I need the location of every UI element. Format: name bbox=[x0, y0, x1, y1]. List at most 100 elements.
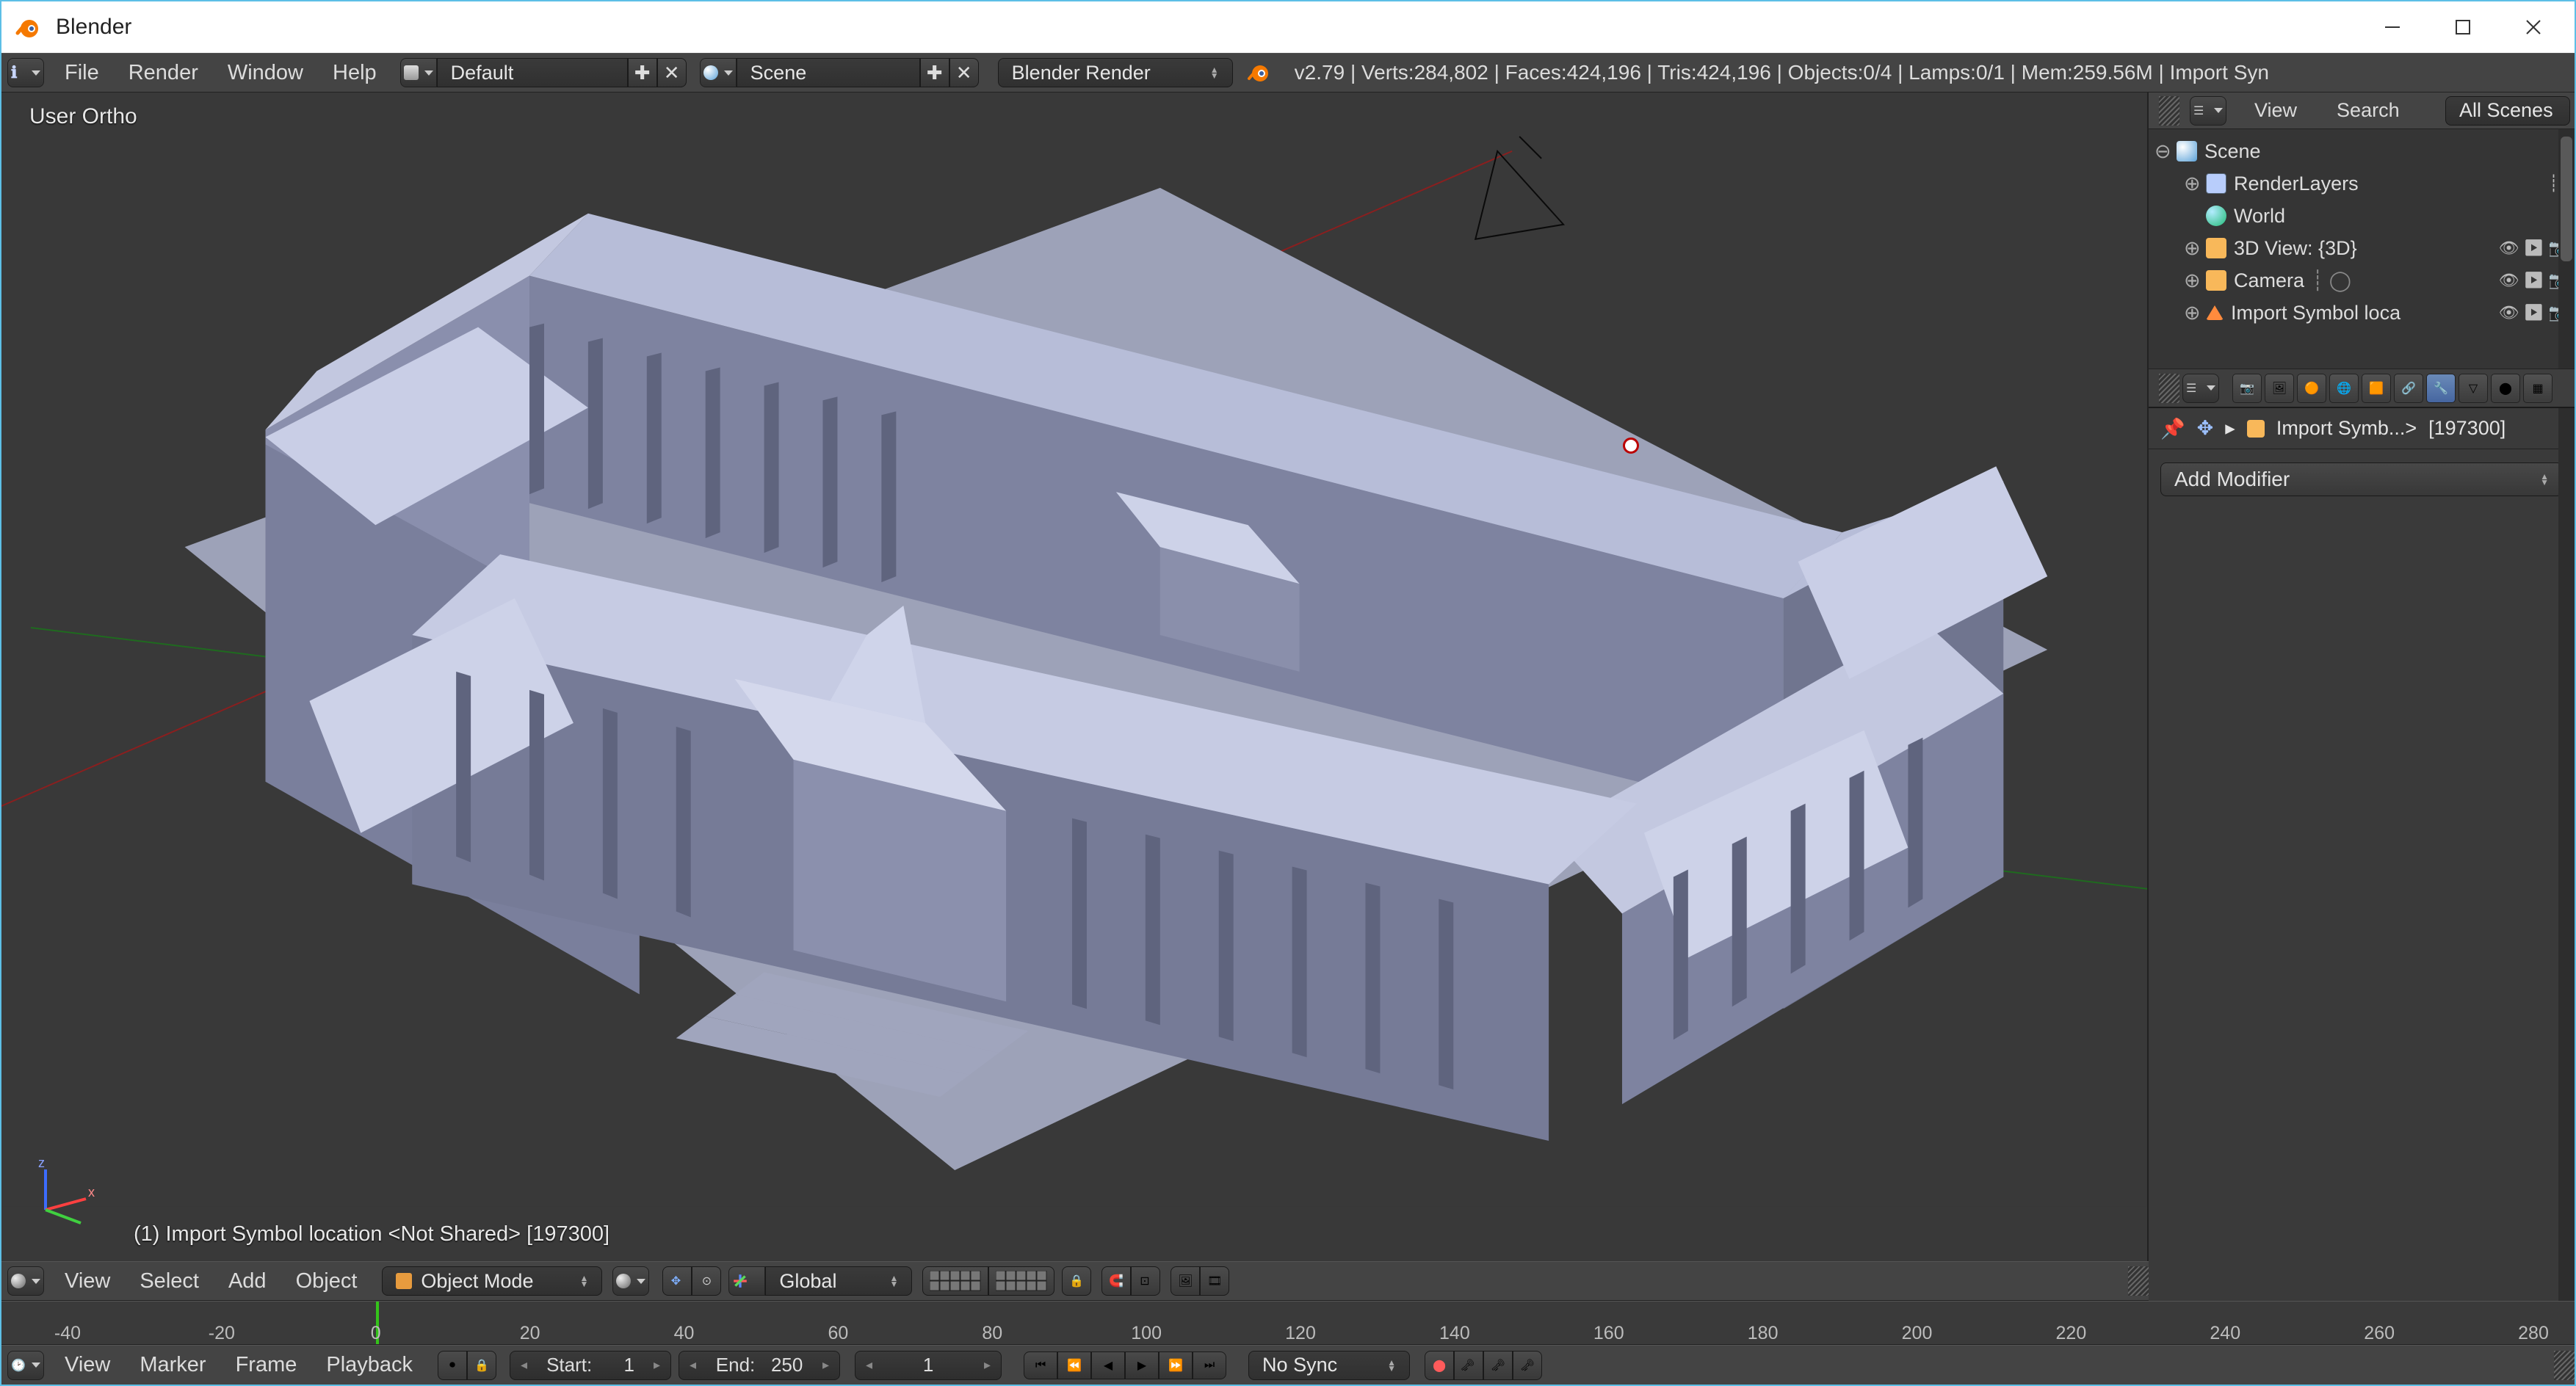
menu-window[interactable]: Window bbox=[213, 61, 318, 85]
outliner-display-dropdown[interactable]: All Scenes bbox=[2445, 96, 2570, 126]
viewport-3d[interactable]: User Ortho (1) Import Symbol location <N… bbox=[1, 92, 2149, 1261]
insert-keyframes-button[interactable]: 🗝 bbox=[1483, 1351, 1513, 1380]
scene-link-icon[interactable]: ✥ bbox=[2197, 417, 2214, 440]
window-maximize-button[interactable] bbox=[2428, 6, 2498, 48]
snap-element-dropdown[interactable]: ⊡ bbox=[1131, 1266, 1160, 1296]
window-minimize-button[interactable] bbox=[2357, 6, 2428, 48]
menu-select[interactable]: Select bbox=[125, 1269, 214, 1294]
auto-keyframe-toggle[interactable]: ⏺ bbox=[438, 1351, 467, 1380]
outliner-menu-view[interactable]: View bbox=[2237, 99, 2315, 122]
scene-add-button[interactable]: ✚ bbox=[920, 58, 949, 87]
jump-to-end-button[interactable]: ⏭ bbox=[1193, 1351, 1226, 1379]
view3d-editor-type-selector[interactable] bbox=[7, 1266, 44, 1296]
properties-scrollbar[interactable] bbox=[2558, 408, 2575, 1301]
scene-browse-button[interactable] bbox=[700, 58, 737, 87]
timeline-menu-playback[interactable]: Playback bbox=[311, 1353, 427, 1377]
outliner-scrollbar[interactable] bbox=[2558, 129, 2575, 369]
timeline-editor-type-selector[interactable]: 🕑 bbox=[7, 1351, 44, 1380]
mode-dropdown[interactable]: Object Mode ▲▼ bbox=[382, 1266, 602, 1296]
blender-body: ℹ File Render Window Help Default ✚ ✕ Sc… bbox=[1, 53, 2575, 1385]
menu-object[interactable]: Object bbox=[281, 1269, 372, 1294]
layout-name-field[interactable]: Default bbox=[437, 58, 628, 87]
tab-render[interactable]: 📷 bbox=[2232, 374, 2262, 403]
tree-row-import[interactable]: ⊕Import Symbol loca👁 ▶ 📷 bbox=[2154, 297, 2569, 329]
window-close-button[interactable] bbox=[2498, 6, 2569, 48]
properties-breadcrumb: 📌 ✥ ▸ Import Symb...> [197300] bbox=[2149, 408, 2575, 449]
timeline-ruler[interactable]: -40-200204060801001201401601802002202402… bbox=[1, 1301, 2575, 1345]
keyframe-prev-button[interactable]: ⏪ bbox=[1057, 1351, 1091, 1379]
tab-data[interactable]: ▽ bbox=[2459, 374, 2488, 403]
timeline-menu-frame[interactable]: Frame bbox=[221, 1353, 312, 1377]
tab-material[interactable]: ⬤ bbox=[2491, 374, 2520, 403]
pivot-point-dropdown[interactable]: ✥ bbox=[662, 1266, 692, 1296]
keyframe-next-button[interactable]: ⏩ bbox=[1159, 1351, 1193, 1379]
lock-time-toggle[interactable]: 🔒 bbox=[467, 1351, 496, 1380]
tree-row-camera[interactable]: ⊕Camera┊ ◯👁 ▶ 📷 bbox=[2154, 264, 2569, 297]
area-corner-grip[interactable] bbox=[2159, 96, 2179, 126]
timeline-menu-marker[interactable]: Marker bbox=[125, 1353, 220, 1377]
lock-camera-toggle[interactable]: 🔒 bbox=[1062, 1266, 1091, 1296]
shading-dropdown[interactable] bbox=[612, 1266, 649, 1296]
layers-left[interactable] bbox=[922, 1266, 1054, 1296]
tree-row-scene[interactable]: ⊖Scene bbox=[2154, 135, 2569, 167]
timeline-tick: 220 bbox=[2056, 1323, 2087, 1344]
play-reverse-button[interactable]: ◀ bbox=[1091, 1351, 1125, 1379]
tree-row-renderlayers[interactable]: ⊕RenderLayers┊ ▫ bbox=[2154, 167, 2569, 200]
layout-delete-button[interactable]: ✕ bbox=[657, 58, 687, 87]
world-icon bbox=[2206, 206, 2226, 226]
keying-set-dropdown[interactable]: 🗝 bbox=[1454, 1351, 1483, 1380]
tab-world[interactable]: 🌐 bbox=[2329, 374, 2359, 403]
outliner-editor-type-selector[interactable]: ☰ bbox=[2190, 96, 2226, 126]
tab-constraints[interactable]: 🔗 bbox=[2394, 374, 2423, 403]
opengl-render-anim[interactable]: 🎞 bbox=[1200, 1266, 1229, 1296]
sync-dropdown[interactable]: No Sync▲▼ bbox=[1248, 1351, 1410, 1380]
render-engine-dropdown[interactable]: Blender Render ▲▼ bbox=[998, 58, 1233, 87]
manipulator-toggle[interactable] bbox=[728, 1266, 765, 1296]
info-editor-type-selector[interactable]: ℹ bbox=[7, 58, 44, 87]
svg-text:x: x bbox=[88, 1185, 95, 1200]
view3d-header: View Select Add Object Object Mode ▲▼ ✥ … bbox=[1, 1261, 2149, 1301]
tab-texture[interactable]: ▦ bbox=[2523, 374, 2553, 403]
tree-row-view3d[interactable]: ⊕3D View: {3D}👁 ▶ 📷 bbox=[2154, 232, 2569, 264]
tab-object[interactable]: 🟧 bbox=[2362, 374, 2391, 403]
play-button[interactable]: ▶ bbox=[1125, 1351, 1159, 1379]
frame-current-field[interactable]: ◂1▸ bbox=[855, 1351, 1002, 1380]
menu-add[interactable]: Add bbox=[214, 1269, 281, 1294]
breadcrumb-object-label: Import Symb...> bbox=[2276, 417, 2417, 440]
tab-scene[interactable]: 🟠 bbox=[2297, 374, 2326, 403]
area-corner-grip[interactable] bbox=[2128, 1266, 2149, 1296]
jump-to-start-button[interactable]: ⏮ bbox=[1024, 1351, 1057, 1379]
orientation-dropdown[interactable]: Global▲▼ bbox=[765, 1266, 912, 1296]
area-corner-grip[interactable] bbox=[2554, 1351, 2575, 1380]
menu-help[interactable]: Help bbox=[318, 61, 391, 85]
tab-modifiers[interactable]: 🔧 bbox=[2426, 374, 2456, 403]
outliner-tree[interactable]: ⊖Scene ⊕RenderLayers┊ ▫ World ⊕3D View: … bbox=[2149, 129, 2575, 369]
area-corner-grip[interactable] bbox=[2159, 374, 2179, 403]
snap-toggle[interactable]: 🧲 bbox=[1101, 1266, 1131, 1296]
properties-editor-type-selector[interactable]: ☰ bbox=[2182, 374, 2219, 403]
delete-keyframes-button[interactable]: 🗝 bbox=[1513, 1351, 1542, 1380]
blender-logo-icon bbox=[1246, 60, 1271, 85]
layout-add-button[interactable]: ✚ bbox=[628, 58, 657, 87]
opengl-render-image[interactable]: 🖼 bbox=[1171, 1266, 1200, 1296]
menu-render[interactable]: Render bbox=[114, 61, 213, 85]
scene-name-field[interactable]: Scene bbox=[737, 58, 920, 87]
timeline-tick: 60 bbox=[828, 1323, 848, 1344]
timeline-tick: 140 bbox=[1439, 1323, 1470, 1344]
autokey-toggle[interactable]: ⬤ bbox=[1425, 1351, 1454, 1380]
tab-renderlayers[interactable]: 🖼 bbox=[2265, 374, 2294, 403]
frame-start-field[interactable]: ◂Start: 1▸ bbox=[510, 1351, 671, 1380]
outliner-menu-search[interactable]: Search bbox=[2319, 99, 2417, 122]
timeline-tick: 40 bbox=[674, 1323, 695, 1344]
pin-icon[interactable]: 📌 bbox=[2160, 417, 2185, 440]
layout-browse-button[interactable] bbox=[400, 58, 437, 87]
frame-end-field[interactable]: ◂End: 250▸ bbox=[679, 1351, 840, 1380]
manipulate-center-toggle[interactable]: ⊙ bbox=[692, 1266, 721, 1296]
scene-delete-button[interactable]: ✕ bbox=[949, 58, 979, 87]
menu-view[interactable]: View bbox=[50, 1269, 125, 1294]
menu-file[interactable]: File bbox=[50, 61, 114, 85]
axis-gizmo-icon: z x bbox=[31, 1158, 97, 1224]
timeline-menu-view[interactable]: View bbox=[50, 1353, 125, 1377]
tree-row-world[interactable]: World bbox=[2154, 200, 2569, 232]
add-modifier-dropdown[interactable]: Add Modifier ▲▼ bbox=[2160, 462, 2563, 496]
